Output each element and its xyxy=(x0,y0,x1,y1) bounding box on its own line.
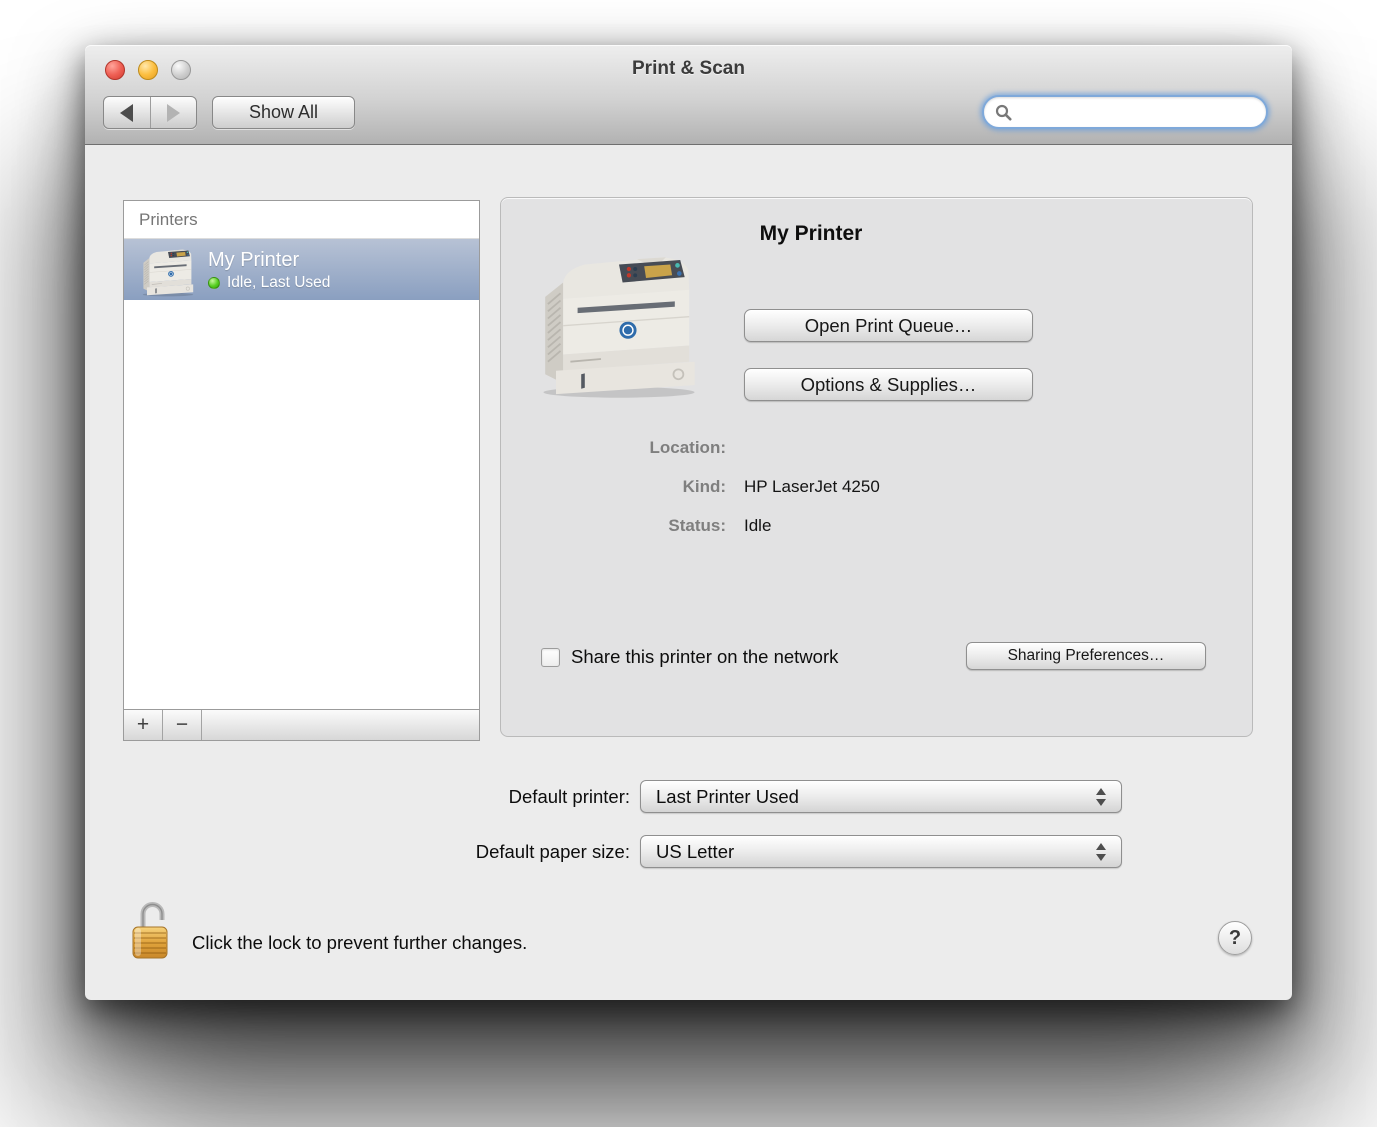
info-row-location: Location: xyxy=(501,436,1252,459)
kind-value: HP LaserJet 4250 xyxy=(744,475,880,498)
share-printer-label: Share this printer on the network xyxy=(571,646,838,668)
back-button[interactable] xyxy=(104,97,150,128)
default-paper-label: Default paper size: xyxy=(385,841,630,863)
popup-arrows-icon xyxy=(1096,788,1106,806)
nav-back-forward xyxy=(103,96,197,129)
add-printer-button[interactable]: + xyxy=(124,710,163,740)
printer-status-text: Idle, Last Used xyxy=(227,273,330,293)
open-print-queue-button[interactable]: Open Print Queue… xyxy=(744,309,1033,342)
default-printer-popup[interactable]: Last Printer Used xyxy=(640,780,1122,813)
status-value: Idle xyxy=(744,514,771,537)
printer-row-text: My Printer Idle, Last Used xyxy=(208,247,330,293)
remove-printer-button[interactable]: − xyxy=(163,710,202,740)
share-printer-row: Share this printer on the network xyxy=(541,646,838,668)
printers-list-header: Printers xyxy=(124,201,479,239)
printer-info: Location: Kind: HP LaserJet 4250 Status:… xyxy=(501,436,1252,553)
help-button[interactable]: ? xyxy=(1218,921,1252,955)
share-printer-checkbox[interactable] xyxy=(541,648,560,667)
default-paper-popup[interactable]: US Letter xyxy=(640,835,1122,868)
printers-list: Printers My Printer Idle, Last Used + − xyxy=(123,200,480,741)
page-title: Print & Scan xyxy=(85,58,1292,80)
search-icon xyxy=(995,104,1012,121)
options-supplies-button[interactable]: Options & Supplies… xyxy=(744,368,1033,401)
status-label: Status: xyxy=(501,514,726,537)
location-label: Location: xyxy=(501,436,726,459)
titlebar: Print & Scan Show All xyxy=(85,45,1292,145)
default-paper-value: US Letter xyxy=(656,841,734,863)
lock-hint-text: Click the lock to prevent further change… xyxy=(192,932,527,954)
search-field[interactable] xyxy=(982,95,1268,129)
printer-status-line: Idle, Last Used xyxy=(208,273,330,293)
status-green-dot-icon xyxy=(208,277,220,289)
search-input[interactable] xyxy=(1019,103,1255,121)
unlocked-padlock-icon[interactable] xyxy=(129,899,175,963)
sharing-preferences-button[interactable]: Sharing Preferences… xyxy=(966,642,1206,670)
popup-arrows-icon xyxy=(1096,843,1106,861)
printer-detail-panel: My Printer Open Print Queue… Options & S… xyxy=(500,197,1253,737)
printer-image xyxy=(529,236,709,401)
default-printer-label: Default printer: xyxy=(385,786,630,808)
printer-list-item[interactable]: My Printer Idle, Last Used xyxy=(124,239,479,300)
forward-button[interactable] xyxy=(150,97,197,128)
detail-printer-title: My Printer xyxy=(681,222,941,246)
info-row-kind: Kind: HP LaserJet 4250 xyxy=(501,475,1252,498)
default-printer-value: Last Printer Used xyxy=(656,786,799,808)
printer-thumbnail-icon xyxy=(128,243,208,297)
forward-arrow-icon xyxy=(167,104,180,122)
back-arrow-icon xyxy=(120,104,133,122)
print-scan-window: Print & Scan Show All Printers M xyxy=(85,45,1292,1000)
info-row-status: Status: Idle xyxy=(501,514,1252,537)
list-footer: + − xyxy=(124,709,479,740)
printer-name: My Printer xyxy=(208,247,330,273)
kind-label: Kind: xyxy=(501,475,726,498)
show-all-button[interactable]: Show All xyxy=(212,96,355,129)
